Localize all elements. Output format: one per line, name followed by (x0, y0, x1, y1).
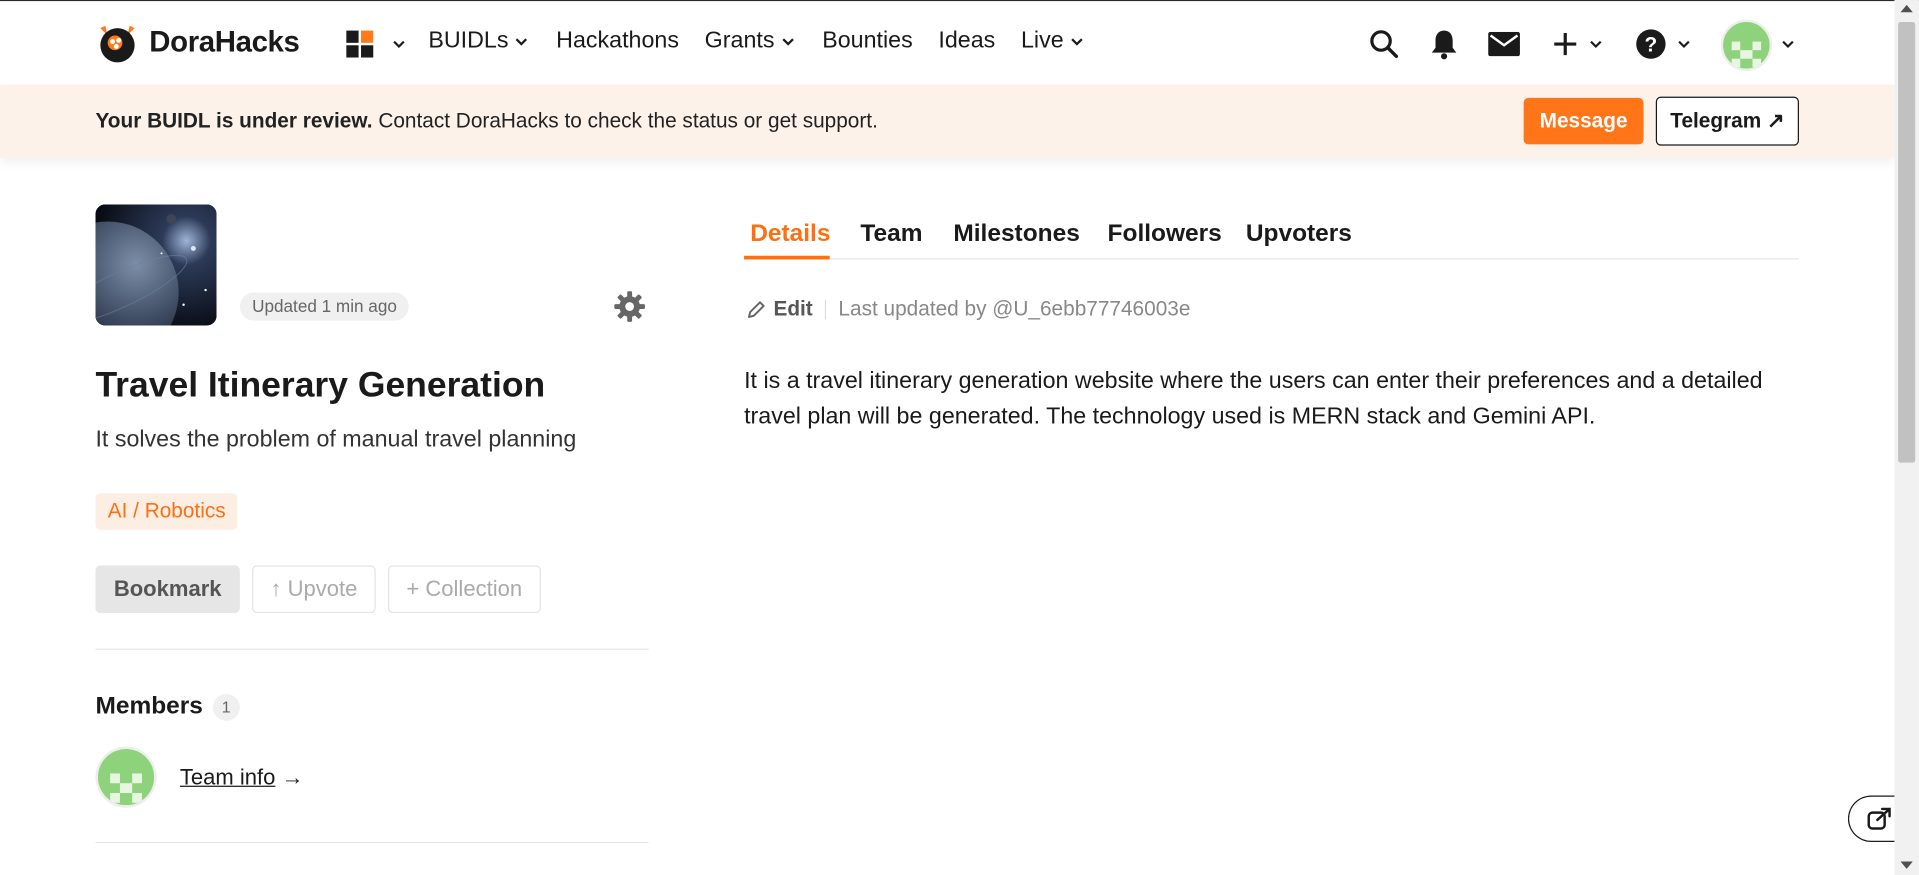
scroll-up-arrow[interactable] (1900, 4, 1913, 13)
separator (824, 299, 827, 320)
chevron-down-icon (393, 40, 405, 49)
nav-hackathons-label: Hackathons (556, 28, 679, 54)
chevron-down-icon[interactable] (1587, 35, 1604, 52)
message-button[interactable]: Message (1523, 97, 1644, 145)
logo-text: DoraHacks (149, 25, 300, 59)
banner-bold-text: Your BUIDL is under review. (95, 108, 373, 133)
buidl-actions: Bookmark ↑ Upvote + Collection (95, 565, 541, 614)
user-avatar[interactable] (1720, 19, 1773, 71)
space-planet-image (95, 204, 217, 326)
buidl-tabs: Details Team Milestones Followers Upvote… (744, 218, 1799, 260)
buidl-description: It is a travel itinerary generation webs… (744, 368, 1763, 430)
updated-badge: Updated 1 min ago (239, 292, 410, 321)
banner-text: Contact DoraHacks to check the status or… (372, 108, 878, 133)
nav-ideas-label: Ideas (938, 28, 996, 54)
edit-button[interactable]: Edit (747, 297, 813, 321)
tab-milestones[interactable]: Milestones (953, 220, 1079, 248)
buidl-subtitle: It solves the problem of manual travel p… (95, 427, 577, 453)
tab-details[interactable]: Details (750, 220, 830, 248)
nav-live[interactable]: Live (1021, 28, 1086, 55)
chevron-down-icon (516, 38, 528, 46)
chevron-down-icon (1071, 38, 1083, 46)
last-updated-text: Last updated by @U_6ebb77746003e (838, 297, 1191, 321)
arrow-right-icon: → (275, 764, 304, 790)
add-collection-button[interactable]: + Collection (388, 565, 541, 614)
banner-message: Your BUIDL is under review. Contact Dora… (95, 109, 877, 133)
members-title: Members (95, 692, 203, 720)
team-info-label: Team info (179, 764, 276, 790)
divider (95, 841, 649, 844)
buidl-cover-image (95, 204, 217, 326)
bell-icon[interactable] (1429, 28, 1458, 60)
members-count: 1 (212, 693, 240, 721)
gear-icon[interactable] (613, 290, 646, 323)
chevron-down-icon[interactable] (1779, 35, 1796, 52)
buidl-title: Travel Itinerary Generation (95, 365, 546, 406)
share-icon (1867, 807, 1891, 830)
edit-label: Edit (773, 297, 813, 321)
edit-row: Edit Last updated by @U_6ebb77746003e (747, 297, 1191, 321)
dorahacks-logo[interactable]: DoraHacks (95, 21, 300, 65)
category-tag[interactable]: AI / Robotics (95, 493, 238, 530)
dorahacks-logo-icon (100, 25, 135, 63)
avatar (97, 748, 155, 806)
mail-icon[interactable] (1488, 31, 1520, 57)
scroll-down-arrow[interactable] (1900, 861, 1913, 869)
divider (95, 648, 649, 650)
apps-grid-icon (346, 30, 374, 58)
plus-icon[interactable] (1552, 31, 1579, 58)
header-actions: ? (1368, 19, 1809, 71)
search-icon[interactable] (1368, 28, 1400, 60)
apps-menu[interactable] (346, 30, 407, 58)
tab-team[interactable]: Team (860, 220, 922, 248)
scrollbar-thumb[interactable] (1898, 22, 1916, 463)
nav-buidls-label: BUIDLs (428, 28, 509, 54)
svg-text:?: ? (1645, 33, 1658, 56)
nav-live-label: Live (1020, 28, 1064, 54)
tab-followers[interactable]: Followers (1108, 220, 1222, 248)
nav-buidls[interactable]: BUIDLs (428, 28, 530, 55)
main-nav: BUIDLs Hackathons Grants Bounties Ideas … (428, 28, 1111, 55)
chevron-down-icon[interactable] (1675, 35, 1692, 52)
bookmark-button[interactable]: Bookmark (95, 565, 240, 614)
team-info-link[interactable]: Team info → (180, 765, 304, 791)
telegram-button[interactable]: Telegram ↗ (1655, 96, 1799, 146)
top-navbar: DoraHacks BUIDLs Hackathons Grants Bount… (0, 1, 1895, 85)
nav-ideas[interactable]: Ideas (938, 28, 995, 55)
nav-hackathons[interactable]: Hackathons (556, 28, 679, 55)
members-header: Members 1 (95, 692, 240, 721)
chevron-down-icon (782, 38, 794, 46)
nav-grants[interactable]: Grants (705, 28, 797, 55)
upvote-button[interactable]: ↑ Upvote (252, 565, 376, 614)
active-tab-indicator (744, 255, 830, 260)
review-banner: Your BUIDL is under review. Contact Dora… (0, 84, 1895, 158)
nav-bounties-label: Bounties (822, 28, 913, 54)
pencil-icon (747, 301, 765, 318)
tab-upvoters[interactable]: Upvoters (1246, 220, 1352, 248)
nav-grants-label: Grants (704, 28, 775, 54)
nav-bounties[interactable]: Bounties (822, 28, 913, 55)
member-avatar[interactable] (95, 746, 157, 808)
help-icon[interactable]: ? (1635, 28, 1667, 60)
